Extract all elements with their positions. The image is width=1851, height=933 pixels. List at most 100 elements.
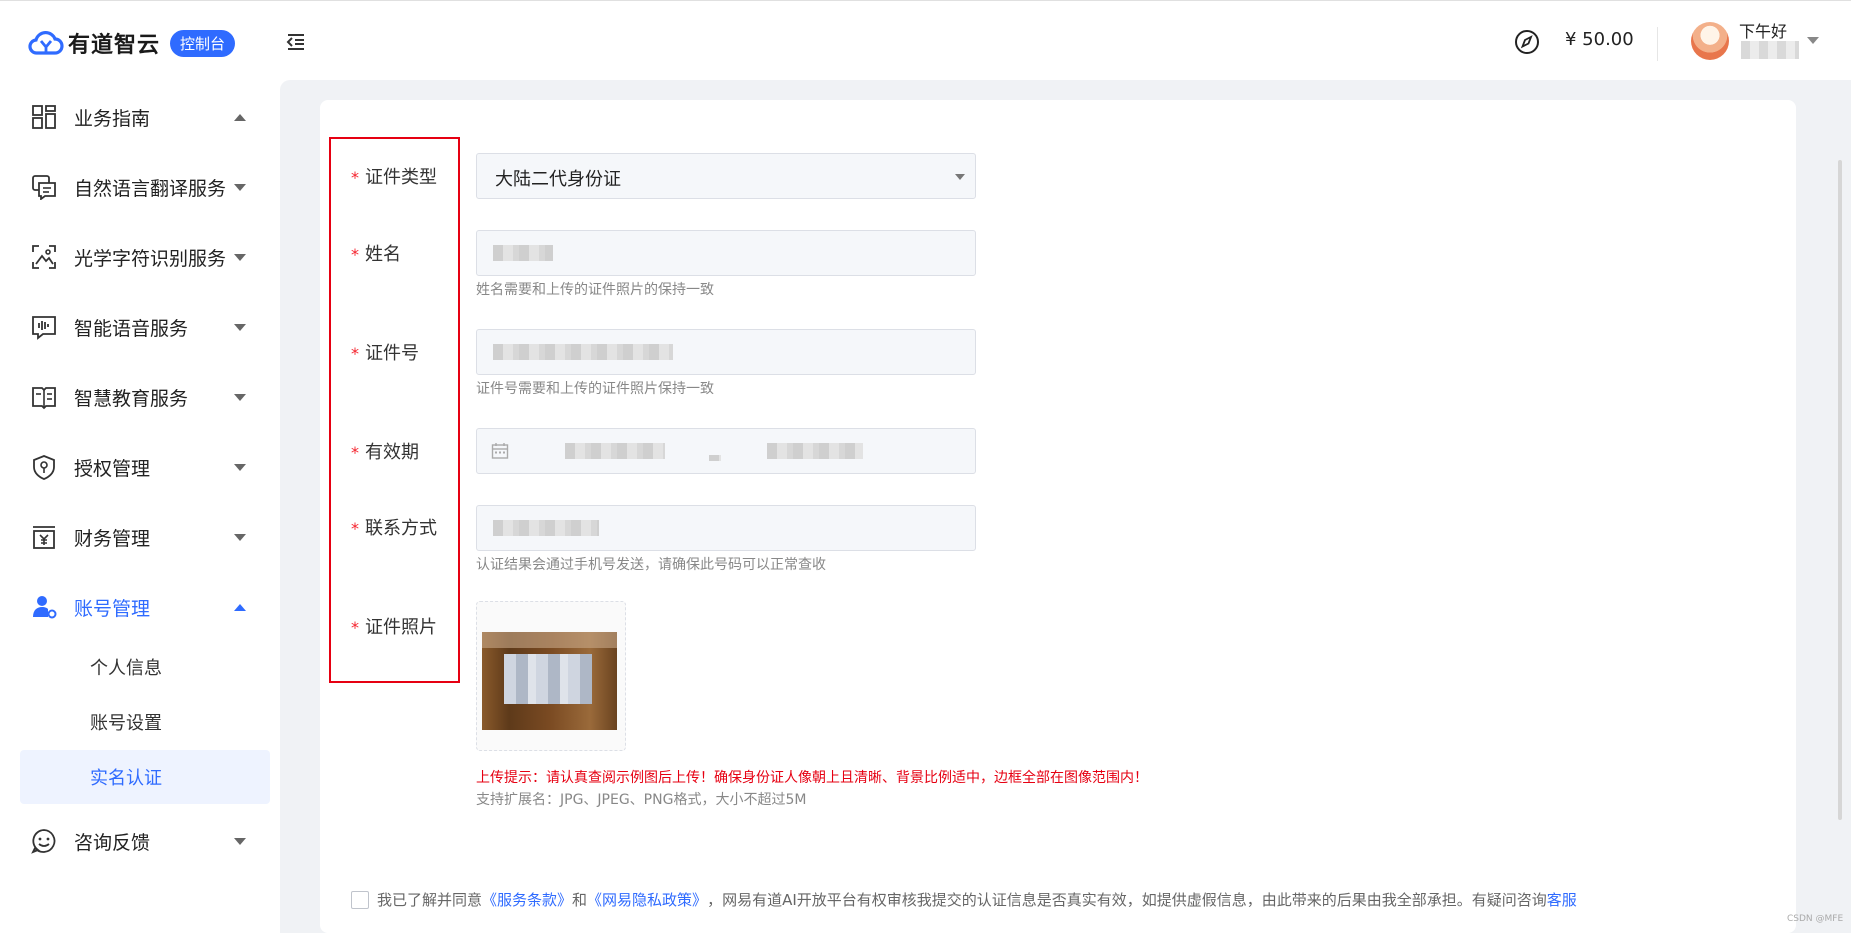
sidebar-item-voice[interactable]: 智能语音服务 — [0, 299, 280, 355]
agreement-row: 我已了解并同意 《服务条款》 和 《网易隐私政策》 ，网易有道AI开放平台有权审… — [351, 889, 1577, 910]
chevron-down-icon — [955, 174, 965, 180]
name-input[interactable] — [476, 230, 976, 276]
sidebar-item-label: 财务管理 — [74, 527, 151, 550]
required-mark: * — [351, 618, 359, 637]
contact-input[interactable] — [476, 505, 976, 551]
header-divider — [1657, 27, 1658, 61]
greeting-text: 下午好 — [1739, 22, 1788, 41]
range-separator — [709, 455, 721, 461]
validity-label: * 有效期 — [351, 438, 419, 464]
required-mark: * — [351, 519, 359, 538]
voice-chat-icon — [32, 316, 56, 340]
sidebar-subitem-label: 个人信息 — [90, 658, 162, 679]
sidebar-item-ocr[interactable]: 光学字符识别服务 — [0, 229, 280, 285]
required-mark: * — [351, 168, 359, 187]
finance-icon — [33, 526, 55, 549]
id-number-label: * 证件号 — [351, 339, 419, 365]
sidebar-item-label: 咨询反馈 — [74, 831, 151, 854]
id-photo-preview — [482, 632, 617, 730]
id-number-input[interactable] — [476, 329, 976, 375]
shield-icon — [33, 455, 55, 480]
smile-chat-icon — [31, 829, 56, 854]
sidebar-item-label: 智能语音服务 — [74, 317, 189, 340]
sidebar-item-translation[interactable]: 自然语言翻译服务 — [0, 159, 280, 215]
label-text: 姓名 — [365, 244, 401, 265]
chevron-down-icon — [234, 393, 246, 401]
logo[interactable]: 有道智云 控制台 — [28, 27, 236, 59]
collapse-menu-icon[interactable] — [286, 32, 306, 52]
chevron-down-icon[interactable] — [1807, 37, 1819, 44]
contact-hint: 认证结果会通过手机号发送，请确保此号码可以正常查收 — [476, 557, 826, 573]
validity-date-range[interactable] — [476, 428, 976, 474]
console-badge: 控制台 — [170, 29, 236, 57]
photo-redaction — [504, 654, 592, 704]
id-photo-label: * 证件照片 — [351, 613, 437, 639]
agree-checkbox[interactable] — [351, 890, 369, 909]
avatar[interactable] — [1691, 22, 1729, 60]
sidebar-item-label: 智慧教育服务 — [74, 387, 189, 410]
scrollbar[interactable] — [1838, 160, 1842, 820]
sidebar-item-account[interactable]: 账号管理 — [0, 579, 280, 635]
watermark: CSDN @MFE — [1787, 914, 1844, 924]
terms-link[interactable]: 《服务条款》 — [482, 889, 572, 910]
sidebar-item-authorization[interactable]: 授权管理 — [0, 439, 280, 495]
customer-service-link[interactable]: 客服 — [1547, 889, 1577, 910]
compass-icon[interactable] — [1514, 29, 1540, 55]
sidebar-item-label: 账号管理 — [74, 597, 151, 620]
redacted-start-date — [565, 443, 665, 459]
name-hint: 姓名需要和上传的证件照片的保持一致 — [476, 282, 714, 298]
chevron-down-icon — [234, 253, 246, 261]
sidebar-item-finance[interactable]: 财务管理 — [0, 509, 280, 565]
sidebar-item-label: 业务指南 — [74, 107, 151, 130]
required-mark: * — [351, 443, 359, 462]
upload-warning: 上传提示：请认真查阅示例图后上传！确保身份证人像朝上且清晰、背景比例适中，边框全… — [476, 770, 1148, 786]
sidebar-subitem-label: 实名认证 — [90, 768, 162, 789]
highlight-box — [329, 137, 460, 683]
book-icon — [32, 387, 56, 410]
chevron-up-icon — [234, 113, 246, 121]
id-photo-upload[interactable] — [476, 601, 626, 751]
agreement-and: 和 — [572, 891, 588, 909]
sidebar-subitem-profile[interactable]: 个人信息 — [20, 640, 270, 694]
agreement-prefix: 我已了解并同意 — [377, 891, 483, 909]
translate-chat-icon — [32, 175, 56, 200]
redacted-value — [493, 520, 599, 536]
label-text: 证件照片 — [365, 617, 437, 638]
photo-redaction — [482, 632, 617, 648]
sidebar-item-guide[interactable]: 业务指南 — [0, 89, 280, 145]
redacted-end-date — [767, 443, 863, 459]
contact-label: * 联系方式 — [351, 514, 437, 540]
sidebar-item-label: 自然语言翻译服务 — [74, 177, 227, 200]
chevron-down-icon — [234, 323, 246, 331]
grid-icon — [32, 105, 56, 129]
name-label: * 姓名 — [351, 240, 401, 266]
sidebar-item-label: 光学字符识别服务 — [74, 247, 227, 270]
agreement-body: ，网易有道AI开放平台有权审核我提交的认证信息是否真实有效，如提供虚假信息，由此… — [707, 891, 1547, 909]
logo-text: 有道智云 — [68, 33, 161, 58]
privacy-policy-link[interactable]: 《网易隐私政策》 — [587, 889, 707, 910]
sidebar-subitem-label: 账号设置 — [90, 713, 162, 734]
id-number-hint: 证件号需要和上传的证件照片保持一致 — [476, 381, 714, 397]
chevron-up-icon — [234, 603, 246, 611]
chevron-down-icon — [234, 533, 246, 541]
id-type-select[interactable]: 大陆二代身份证 — [476, 153, 976, 199]
sidebar-item-label: 授权管理 — [74, 457, 151, 480]
account-balance[interactable]: ¥ 50.00 — [1565, 29, 1634, 50]
sidebar-subitem-account-settings[interactable]: 账号设置 — [20, 695, 270, 749]
sidebar-item-feedback[interactable]: 咨询反馈 — [0, 813, 280, 869]
required-mark: * — [351, 344, 359, 363]
redacted-value — [493, 344, 673, 360]
user-settings-icon — [33, 596, 57, 619]
id-type-value: 大陆二代身份证 — [495, 169, 621, 190]
cloud-logo-icon — [28, 30, 64, 55]
label-text: 有效期 — [365, 442, 419, 463]
redacted-value — [493, 245, 553, 261]
sidebar-subitem-real-name-auth[interactable]: 实名认证 — [20, 750, 270, 804]
upload-format-hint: 支持扩展名：JPG、JPEG、PNG格式，大小不超过5M — [476, 792, 807, 808]
label-text: 证件号 — [365, 343, 419, 364]
top-bar: 有道智云 控制台 ¥ 50.00 下午好 — [0, 0, 1851, 80]
required-mark: * — [351, 245, 359, 264]
sidebar-item-education[interactable]: 智慧教育服务 — [0, 369, 280, 425]
chevron-down-icon — [234, 183, 246, 191]
label-text: 联系方式 — [365, 518, 437, 539]
